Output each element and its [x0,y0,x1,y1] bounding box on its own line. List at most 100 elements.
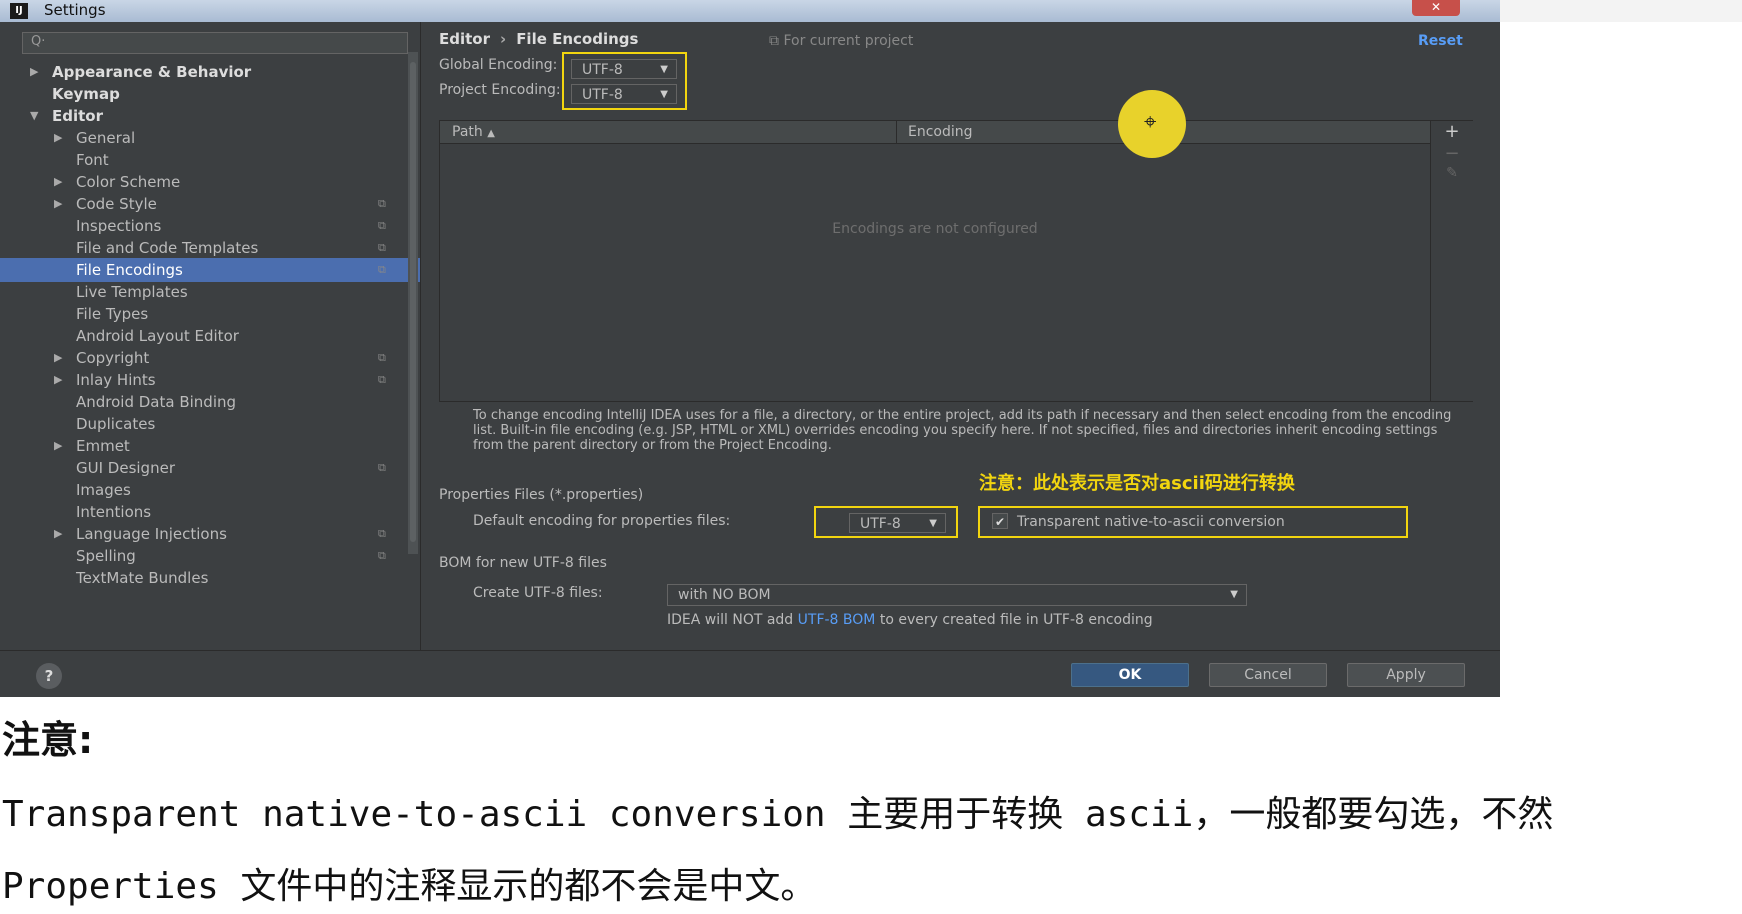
sidebar-item-label: GUI Designer [76,459,175,477]
table-toolbar: + − ✎ [1430,121,1473,401]
sidebar-item-general[interactable]: ▶ General [0,126,420,150]
sidebar-item-inspections[interactable]: Inspections ⧉ [0,214,420,238]
settings-search-input[interactable]: Q· [22,32,408,54]
table-empty-text: Encodings are not configured [832,221,1038,237]
column-path-label: Path [452,124,483,140]
sidebar-item-file-and-code-templates[interactable]: File and Code Templates ⧉ [0,236,420,260]
sidebar-item-label: Copyright [76,349,150,367]
help-button[interactable]: ? [36,663,62,689]
reset-link[interactable]: Reset [1418,33,1463,49]
column-encoding[interactable]: Encoding [908,121,973,143]
chevron-down-icon[interactable]: ▼ [30,104,38,128]
breadcrumb-file-encodings: File Encodings [516,30,639,48]
chevron-right-icon[interactable]: ▶ [54,192,62,216]
column-separator [896,121,897,143]
sidebar-item-editor[interactable]: ▼ Editor [0,104,420,128]
sidebar-item-gui-designer[interactable]: GUI Designer ⧉ [0,456,420,480]
sidebar-item-label: Android Layout Editor [76,327,239,345]
project-scope-icon: ⧉ [378,219,386,232]
project-encoding-label: Project Encoding: [439,82,561,98]
sidebar-item-label: File Types [76,305,149,323]
properties-section-title: Properties Files (*.properties) [439,487,644,503]
sidebar-item-copyright[interactable]: ▶ Copyright ⧉ [0,346,420,370]
sidebar-item-label: Code Style [76,195,157,213]
bom-info-post: to every created file in UTF-8 encoding [879,612,1153,628]
sidebar-item-keymap[interactable]: Keymap [0,82,420,106]
edit-icon[interactable]: ✎ [1431,165,1473,181]
sidebar-item-spelling[interactable]: Spelling ⧉ [0,544,420,568]
sidebar-item-android-layout-editor[interactable]: Android Layout Editor [0,324,420,348]
global-encoding-label: Global Encoding: [439,57,558,73]
project-scope-icon: ⧉ [378,527,386,540]
chevron-right-icon[interactable]: ▶ [54,522,62,546]
cancel-button[interactable]: Cancel [1209,663,1327,687]
sidebar-item-color-scheme[interactable]: ▶ Color Scheme [0,170,420,194]
sidebar-item-inlay-hints[interactable]: ▶ Inlay Hints ⧉ [0,368,420,392]
sidebar-item-label: Language Injections [76,525,227,543]
breadcrumb-editor[interactable]: Editor [439,30,490,48]
sidebar-item-duplicates[interactable]: Duplicates [0,412,420,436]
search-icon: Q· [31,34,46,49]
bom-info-pre: IDEA will NOT add [667,612,794,628]
apply-button[interactable]: Apply [1347,663,1465,687]
sidebar-item-intentions[interactable]: Intentions [0,500,420,524]
project-scope-icon: ⧉ [378,197,386,210]
remove-icon[interactable]: − [1431,143,1473,164]
project-scope-icon: ⧉ [378,241,386,254]
sidebar-item-label: Android Data Binding [76,393,237,411]
sidebar-item-label: Color Scheme [76,173,181,191]
for-current-project-label: For current project [783,33,914,49]
sidebar-item-label: File Encodings [76,261,183,279]
background-strip [1500,0,1742,22]
sidebar-item-label: Images [76,481,131,499]
bom-section-title: BOM for new UTF-8 files [439,555,607,571]
ok-button[interactable]: OK [1071,663,1189,687]
help-text: To change encoding IntelliJ IDEA uses fo… [473,408,1452,453]
sidebar-item-font[interactable]: Font [0,148,420,172]
sidebar-scrollbar[interactable] [408,52,418,554]
intellij-icon: IJ [10,3,28,19]
encoding-highlight-box [562,52,687,110]
chevron-right-icon[interactable]: ▶ [54,170,62,194]
create-utf8-label: Create UTF-8 files: [473,585,603,601]
sidebar-item-language-injections[interactable]: ▶ Language Injections ⧉ [0,522,420,546]
sidebar-item-label: Appearance & Behavior [52,63,252,81]
sidebar-item-label: Emmet [76,437,130,455]
file-encodings-panel: Editor › File Encodings ⧉ For current proj… [421,22,1500,650]
add-icon[interactable]: + [1431,121,1473,142]
sidebar-item-label: Intentions [76,503,152,521]
chevron-right-icon[interactable]: ▶ [30,60,38,84]
chevron-right-icon[interactable]: ▶ [54,346,62,370]
dialog-footer: ? OK Cancel Apply [0,650,1500,697]
sidebar-item-label: Editor [52,107,103,125]
sidebar-item-label: Inlay Hints [76,371,156,389]
project-icon: ⧉ [769,33,784,49]
chevron-right-icon[interactable]: ▶ [54,126,62,150]
project-scope-icon: ⧉ [378,263,386,276]
sidebar-item-images[interactable]: Images [0,478,420,502]
window-title: Settings [44,1,106,19]
sidebar-item-code-style[interactable]: ▶ Code Style ⧉ [0,192,420,216]
sidebar-item-file-types[interactable]: File Types [0,302,420,326]
sidebar-item-appearance-behavior[interactable]: ▶ Appearance & Behavior [0,60,420,84]
table-header: Path ▲ Encoding [440,121,1430,144]
sidebar-item-live-templates[interactable]: Live Templates [0,280,420,304]
cursor-icon: ⌖ [1144,110,1157,135]
sidebar-item-android-data-binding[interactable]: Android Data Binding [0,390,420,414]
breadcrumb-separator: › [500,30,507,48]
chevron-right-icon[interactable]: ▶ [54,434,62,458]
sidebar-item-label: TextMate Bundles [76,569,209,587]
sidebar-item-emmet[interactable]: ▶ Emmet [0,434,420,458]
sidebar-item-textmate-bundles[interactable]: TextMate Bundles [0,566,420,590]
create-utf8-select[interactable]: with NO BOM ▼ [667,584,1247,606]
encodings-table[interactable]: Path ▲ Encoding Encodings are not config… [439,120,1473,402]
sidebar-item-label: Duplicates [76,415,156,433]
sidebar-item-file-encodings[interactable]: File Encodings ⧉ [0,258,420,282]
chevron-right-icon[interactable]: ▶ [54,368,62,392]
close-button[interactable]: ✕ [1412,0,1460,16]
utf8-bom-link[interactable]: UTF-8 BOM [798,612,876,628]
column-path[interactable]: Path ▲ [452,121,495,143]
note-line-2: Properties 文件中的注释显示的都不会是中文。 [2,866,817,907]
title-bar: IJ Settings ✕ [0,0,1500,22]
scrollbar-thumb[interactable] [410,62,416,542]
